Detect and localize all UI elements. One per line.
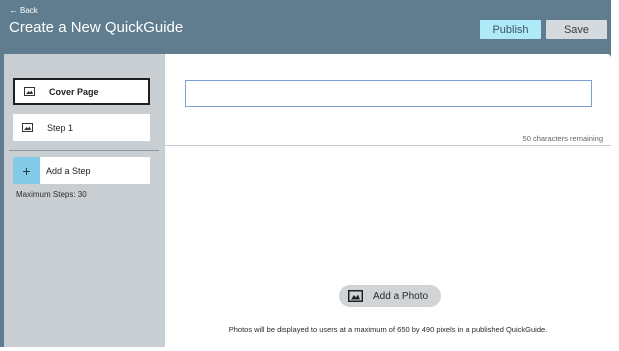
add-photo-button[interactable]: Add a Photo [339,285,441,307]
back-link[interactable]: ← Back [9,5,38,16]
image-icon [13,114,41,141]
title-input[interactable] [185,80,592,107]
step-label: Cover Page [49,86,99,97]
app-window: ← Back Create a New QuickGuide Publish S… [0,0,611,347]
publish-button[interactable]: Publish [480,20,541,39]
editor-panel: 50 characters remaining Add a Photo Phot… [165,54,611,347]
back-arrow-icon: ← [9,5,18,15]
add-photo-label: Add a Photo [373,290,429,302]
page-title: Create a New QuickGuide [9,19,184,36]
add-step-button[interactable]: + Add a Step [13,157,150,184]
max-steps-text: Maximum Steps: 30 [16,190,87,199]
back-label: Back [20,6,38,15]
editor-divider [165,145,611,146]
step-label: Step 1 [47,122,74,133]
add-step-label: Add a Step [46,165,91,176]
sidebar-divider [9,150,159,151]
step-cover-page[interactable]: Cover Page [13,78,150,105]
characters-remaining: 50 characters remaining [522,134,603,143]
image-icon [15,80,43,103]
photo-icon [348,290,363,302]
steps-sidebar: Cover Page Step 1 + Add a Step Maximum S… [4,54,165,347]
save-button[interactable]: Save [546,20,607,39]
photo-size-note: Photos will be displayed to users at a m… [228,325,548,334]
step-1[interactable]: Step 1 [13,114,150,141]
plus-icon: + [13,157,40,184]
